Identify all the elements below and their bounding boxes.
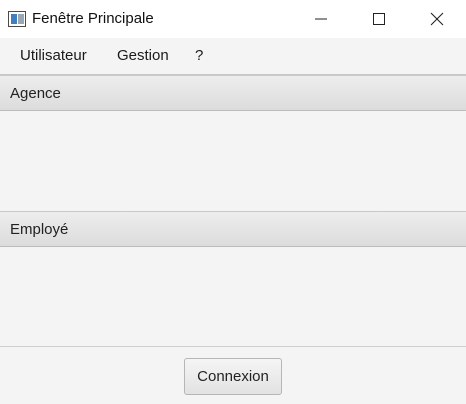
window-title: Fenêtre Principale [32,10,154,27]
agence-section-title: Agence [10,85,61,102]
menu-utilisateur[interactable]: Utilisateur [20,47,87,65]
maximize-icon [373,13,385,25]
connexion-button[interactable]: Connexion [184,358,282,395]
footer-bar: Connexion [0,346,466,404]
menu-help[interactable]: ? [195,47,203,65]
agence-section-header[interactable]: Agence [0,75,466,111]
employe-section-content [0,247,466,346]
minimize-button[interactable] [292,0,350,38]
close-icon [430,12,444,26]
menu-bar: Utilisateur Gestion ? [0,38,466,75]
app-icon [8,11,26,27]
menu-gestion[interactable]: Gestion [117,47,169,65]
employe-section-header[interactable]: Employé [0,211,466,247]
close-button[interactable] [408,0,466,38]
maximize-button[interactable] [350,0,408,38]
employe-section-title: Employé [10,221,69,238]
title-bar: Fenêtre Principale [0,0,466,38]
minimize-icon [315,18,327,20]
agence-section-content [0,111,466,211]
